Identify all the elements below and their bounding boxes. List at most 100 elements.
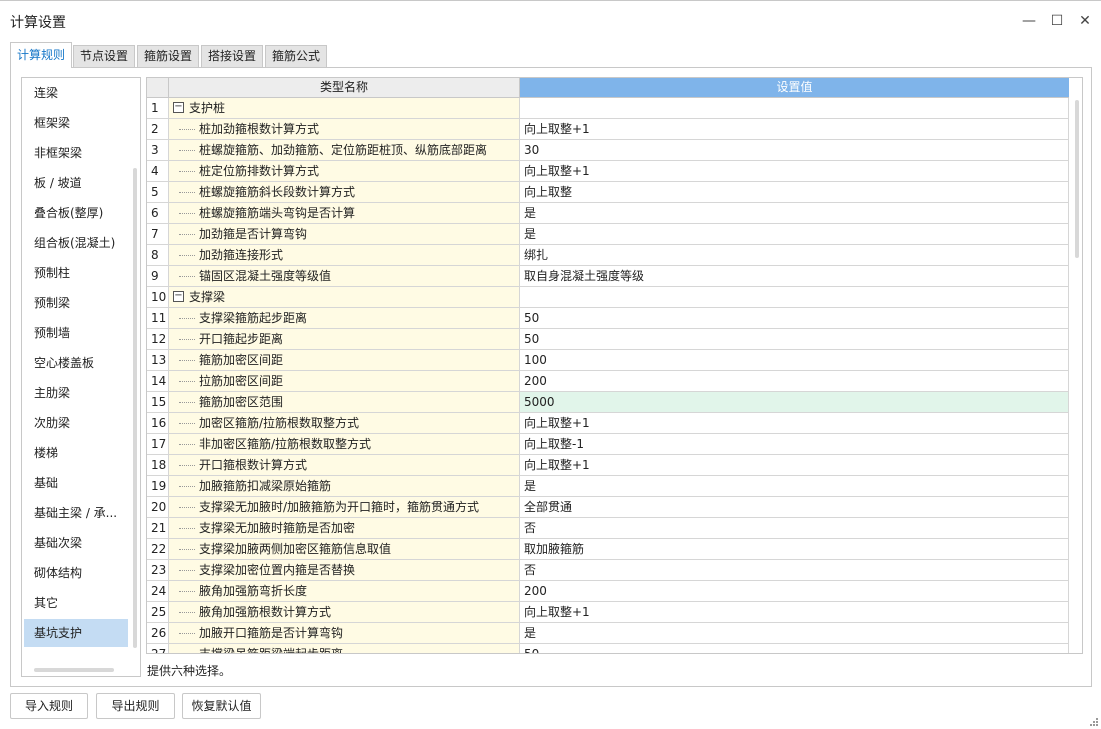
name-cell: 支撑梁加密位置内箍是否替换 (169, 560, 520, 581)
maximize-icon[interactable]: ☐ (1046, 10, 1068, 32)
sidebar-item[interactable]: 预制梁 (24, 289, 128, 317)
value-cell[interactable]: 200 (520, 581, 1069, 602)
sidebar-item[interactable]: 连梁 (24, 79, 128, 107)
value-cell[interactable]: 绑扎 (520, 245, 1069, 266)
sidebar-item[interactable]: 主肋梁 (24, 379, 128, 407)
collapse-icon[interactable]: − (173, 102, 184, 113)
table-row[interactable]: 14 拉筋加密区间距 200 (147, 371, 1069, 392)
table-row[interactable]: 23 支撑梁加密位置内箍是否替换 否 (147, 560, 1069, 581)
table-row[interactable]: 18 开口箍根数计算方式 向上取整+1 (147, 455, 1069, 476)
value-cell[interactable] (520, 98, 1069, 119)
value-cell[interactable]: 是 (520, 224, 1069, 245)
sidebar-horizontal-scrollbar[interactable] (34, 668, 114, 672)
value-cell[interactable]: 是 (520, 203, 1069, 224)
value-cell[interactable]: 全部贯通 (520, 497, 1069, 518)
sidebar-item[interactable]: 板 / 坡道 (24, 169, 128, 197)
value-cell[interactable]: 200 (520, 371, 1069, 392)
table-row[interactable]: 13 箍筋加密区间距 100 (147, 350, 1069, 371)
value-cell[interactable]: 向上取整-1 (520, 434, 1069, 455)
sidebar-vertical-scrollbar[interactable] (133, 168, 137, 648)
table-row[interactable]: 20 支撑梁无加腋时/加腋箍筋为开口箍时，箍筋贯通方式 全部贯通 (147, 497, 1069, 518)
value-cell[interactable]: 50 (520, 644, 1069, 653)
table-row[interactable]: 9 锚固区混凝土强度等级值 取自身混凝土强度等级 (147, 266, 1069, 287)
column-header-value[interactable]: 设置值 (520, 78, 1069, 98)
value-cell[interactable]: 50 (520, 329, 1069, 350)
tab-stirrup-formula[interactable]: 箍筋公式 (265, 45, 328, 67)
value-cell[interactable]: 否 (520, 518, 1069, 539)
minimize-icon[interactable]: — (1018, 10, 1040, 32)
table-row[interactable]: 4 桩定位筋排数计算方式 向上取整+1 (147, 161, 1069, 182)
table-row-group[interactable]: 10 − 支撑梁 (147, 287, 1069, 308)
table-row[interactable]: 22 支撑梁加腋两侧加密区箍筋信息取值 取加腋箍筋 (147, 539, 1069, 560)
table-row[interactable]: 5 桩螺旋箍筋斜长段数计算方式 向上取整 (147, 182, 1069, 203)
value-cell[interactable]: 向上取整+1 (520, 161, 1069, 182)
table-row[interactable]: 19 加腋箍筋扣减梁原始箍筋 是 (147, 476, 1069, 497)
table-row[interactable]: 17 非加密区箍筋/拉筋根数取整方式 向上取整-1 (147, 434, 1069, 455)
value-cell[interactable]: 30 (520, 140, 1069, 161)
sidebar-item[interactable]: 砌体结构 (24, 559, 128, 587)
table-row[interactable]: 25 腋角加强筋根数计算方式 向上取整+1 (147, 602, 1069, 623)
table-row[interactable]: 6 桩螺旋箍筋端头弯钩是否计算 是 (147, 203, 1069, 224)
sidebar-item[interactable]: 组合板(混凝土) (24, 229, 128, 257)
tab-lap-settings[interactable]: 搭接设置 (201, 45, 264, 67)
table-row[interactable]: 2 桩加劲箍根数计算方式 向上取整+1 (147, 119, 1069, 140)
value-cell[interactable]: 是 (520, 476, 1069, 497)
value-cell[interactable]: 向上取整+1 (520, 602, 1069, 623)
value-cell[interactable]: 是 (520, 623, 1069, 644)
value-cell[interactable]: 向上取整 (520, 182, 1069, 203)
resize-grip-icon[interactable] (1089, 717, 1098, 726)
table-row-group[interactable]: 1 − 支护桩 (147, 98, 1069, 119)
value-cell[interactable]: 100 (520, 350, 1069, 371)
sidebar-item[interactable]: 基础次梁 (24, 529, 128, 557)
value-cell[interactable]: 取加腋箍筋 (520, 539, 1069, 560)
sidebar-item[interactable]: 框架梁 (24, 109, 128, 137)
collapse-icon[interactable]: − (173, 291, 184, 302)
export-rules-button[interactable]: 导出规则 (96, 693, 175, 719)
setting-name: 加腋开口箍筋是否计算弯钩 (199, 626, 344, 640)
restore-defaults-button[interactable]: 恢复默认值 (182, 693, 261, 719)
table-row-selected[interactable]: 15 箍筋加密区范围 5000 (147, 392, 1069, 413)
name-cell: 加劲箍连接形式 (169, 245, 520, 266)
close-icon[interactable]: ✕ (1074, 10, 1096, 32)
value-cell[interactable] (520, 287, 1069, 308)
sidebar-item[interactable]: 非框架梁 (24, 139, 128, 167)
value-cell[interactable]: 5000 (520, 392, 1069, 413)
value-cell[interactable]: 否 (520, 560, 1069, 581)
table-row[interactable]: 7 加劲箍是否计算弯钩 是 (147, 224, 1069, 245)
sidebar-item[interactable]: 基础主梁 / 承... (24, 499, 128, 527)
table-row[interactable]: 8 加劲箍连接形式 绑扎 (147, 245, 1069, 266)
sidebar-item[interactable]: 基础 (24, 469, 128, 497)
sidebar-item[interactable]: 其它 (24, 589, 128, 617)
table-row[interactable]: 21 支撑梁无加腋时箍筋是否加密 否 (147, 518, 1069, 539)
setting-name: 桩加劲箍根数计算方式 (199, 122, 320, 136)
name-cell: 加劲箍是否计算弯钩 (169, 224, 520, 245)
value-cell[interactable]: 向上取整+1 (520, 413, 1069, 434)
value-cell[interactable]: 向上取整+1 (520, 119, 1069, 140)
value-cell[interactable]: 50 (520, 308, 1069, 329)
row-number: 9 (147, 266, 169, 287)
tab-node-settings[interactable]: 节点设置 (73, 45, 136, 67)
table-row[interactable]: 11 支撑梁箍筋起步距离 50 (147, 308, 1069, 329)
import-rules-button[interactable]: 导入规则 (10, 693, 88, 719)
sidebar-item[interactable]: 预制墙 (24, 319, 128, 347)
sidebar-item[interactable]: 叠合板(整厚) (24, 199, 128, 227)
table-row[interactable]: 12 开口箍起步距离 50 (147, 329, 1069, 350)
grid-scrollbar-thumb[interactable] (1075, 100, 1079, 258)
table-row[interactable]: 16 加密区箍筋/拉筋根数取整方式 向上取整+1 (147, 413, 1069, 434)
tab-stirrup-settings[interactable]: 箍筋设置 (137, 45, 200, 67)
table-row[interactable]: 24 腋角加强筋弯折长度 200 (147, 581, 1069, 602)
sidebar-item[interactable]: 预制柱 (24, 259, 128, 287)
row-number: 6 (147, 203, 169, 224)
table-row[interactable]: 27 支撑梁吊筋距梁端起步距离 50 (147, 644, 1069, 653)
column-header-name[interactable]: 类型名称 (169, 78, 520, 98)
tab-calc-rules[interactable]: 计算规则 (10, 42, 73, 68)
table-row[interactable]: 3 桩螺旋箍筋、加劲箍筋、定位筋距桩顶、纵筋底部距离 30 (147, 140, 1069, 161)
sidebar-item[interactable]: 次肋梁 (24, 409, 128, 437)
value-cell[interactable]: 向上取整+1 (520, 455, 1069, 476)
sidebar-item[interactable]: 楼梯 (24, 439, 128, 467)
settings-grid: 类型名称 设置值 1 − 支护桩 2 桩加劲箍根数计算方式 向上取整+1 3 桩… (146, 77, 1083, 654)
value-cell[interactable]: 取自身混凝土强度等级 (520, 266, 1069, 287)
sidebar-item[interactable]: 空心楼盖板 (24, 349, 128, 377)
table-row[interactable]: 26 加腋开口箍筋是否计算弯钩 是 (147, 623, 1069, 644)
sidebar-item-selected[interactable]: 基坑支护 (24, 619, 128, 647)
